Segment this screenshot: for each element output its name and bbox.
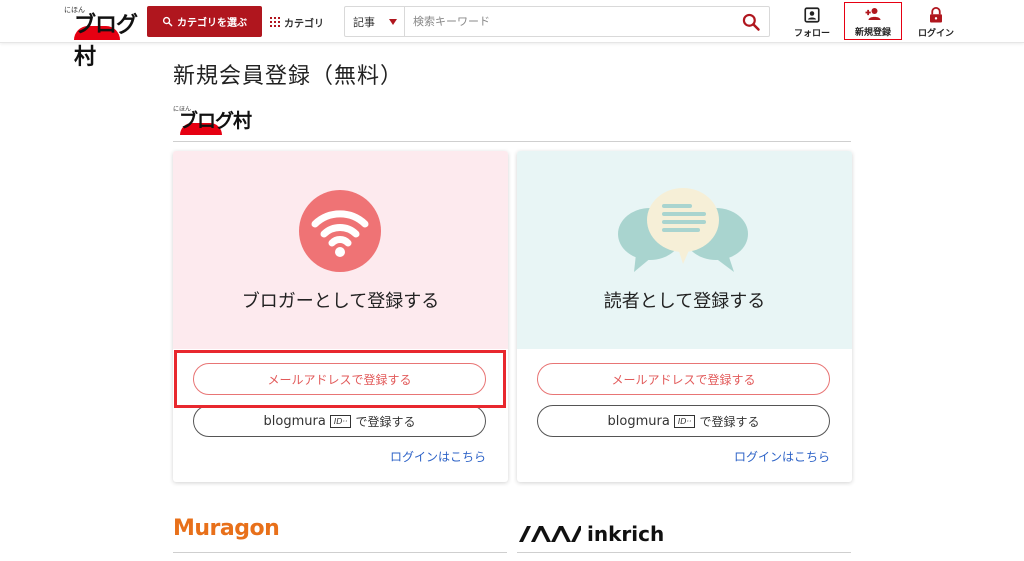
top-header: にほん ブログ村 カテゴリを選ぶ カテゴリ 記事 フォロー — [0, 0, 1024, 70]
add-person-icon — [865, 8, 881, 20]
reader-signup-card: 読者として登録する メールアドレスで登録する blogmura ID·· で登録… — [517, 151, 852, 482]
reader-blogmura-id-signup-button[interactable]: blogmura ID·· で登録する — [537, 405, 830, 437]
chat-bubbles-icon — [618, 188, 748, 272]
category-select-button[interactable]: カテゴリを選ぶ — [147, 6, 262, 37]
lock-icon — [930, 6, 942, 23]
blogger-signup-card: ブロガーとして登録する メールアドレスで登録する blogmura ID·· で… — [173, 151, 508, 482]
search-bar: 記事 — [344, 6, 770, 37]
signup-label: 新規登録 — [854, 28, 891, 38]
login-nav[interactable]: ログイン — [907, 4, 965, 42]
email-button-label: メールアドレスで登録する — [611, 372, 756, 387]
section-divider — [173, 141, 851, 142]
category-link[interactable]: カテゴリ — [270, 13, 324, 31]
reader-card-title: 読者として登録する — [603, 291, 766, 312]
follow-nav[interactable]: フォロー — [783, 4, 841, 42]
search-submit-icon[interactable] — [741, 12, 761, 32]
page-title: 新規会員登録（無料） — [173, 64, 404, 89]
dropdown-triangle-icon — [389, 19, 397, 25]
reader-card-header: 読者として登録する — [517, 151, 852, 349]
search-icon — [162, 16, 173, 27]
blogger-login-link[interactable]: ログインはこちら — [390, 448, 486, 465]
site-logo[interactable]: にほん ブログ村 — [62, 4, 142, 70]
id-badge-icon: ID·· — [673, 414, 696, 428]
grid-icon — [270, 17, 280, 27]
search-type-select[interactable]: 記事 — [345, 7, 405, 36]
blogger-card-title: ブロガーとして登録する — [241, 291, 440, 312]
wifi-icon — [299, 190, 381, 272]
inkrich-divider — [517, 552, 851, 553]
login-label: ログイン — [917, 29, 954, 39]
inkrich-mark-icon — [519, 526, 581, 542]
category-select-label: カテゴリを選ぶ — [177, 18, 247, 29]
inkrich-logo[interactable]: inkrich — [517, 522, 664, 546]
blogmura-button-suffix: で登録する — [355, 414, 416, 429]
logo-main-text: ブログ村 — [74, 13, 138, 70]
blogmura-button-suffix: で登録する — [699, 414, 760, 429]
person-card-icon — [804, 7, 820, 23]
id-badge-icon: ID·· — [329, 414, 352, 428]
blogmura-brand: blogmura — [607, 413, 670, 429]
signup-nav[interactable]: 新規登録 — [844, 2, 902, 40]
blogger-blogmura-id-signup-button[interactable]: blogmura ID·· で登録する — [193, 405, 486, 437]
blogger-card-header: ブロガーとして登録する — [173, 151, 508, 349]
blogmura-logo: にほん ブログ村 — [173, 104, 253, 135]
sub-logo-main-text: ブログ村 — [179, 110, 252, 132]
category-link-label: カテゴリ — [284, 18, 324, 30]
reader-email-signup-button[interactable]: メールアドレスで登録する — [537, 363, 830, 395]
search-type-value: 記事 — [353, 15, 375, 29]
follow-label: フォロー — [793, 29, 830, 39]
highlight-box — [174, 350, 506, 408]
muragon-divider — [173, 552, 507, 553]
inkrich-text: inkrich — [587, 522, 665, 546]
blogmura-brand: blogmura — [263, 413, 326, 429]
reader-login-link[interactable]: ログインはこちら — [734, 448, 830, 465]
search-input[interactable] — [406, 7, 726, 36]
muragon-logo[interactable]: Muragon — [173, 516, 280, 541]
